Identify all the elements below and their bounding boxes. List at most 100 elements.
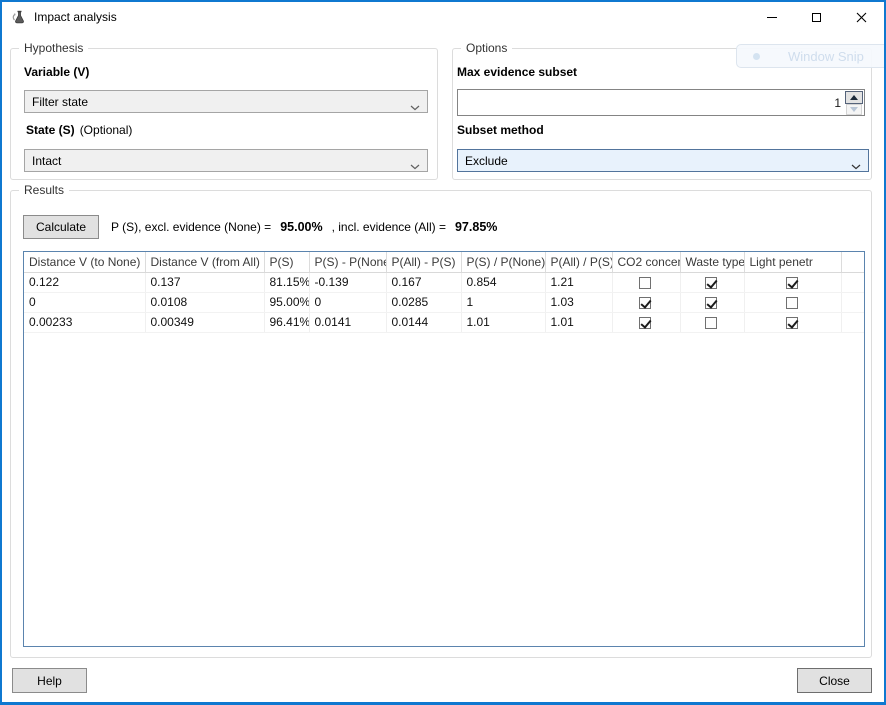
cell-p-s-over-p-none: 1 bbox=[461, 292, 545, 312]
checkbox-waste-type[interactable] bbox=[705, 297, 717, 309]
column-header-co2-concentration[interactable]: CO2 concent bbox=[612, 252, 680, 272]
close-icon bbox=[856, 12, 867, 23]
column-header-p-s-over-p-none[interactable]: P(S) / P(None) bbox=[461, 252, 545, 272]
table-header-row: Distance V (to None)Distance V (from All… bbox=[24, 252, 864, 272]
cell-light-penetration bbox=[744, 272, 841, 292]
column-header-distance-v-from-all[interactable]: Distance V (from All) bbox=[145, 252, 264, 272]
cell-distance-v-to-none: 0.00233 bbox=[24, 312, 145, 332]
cell-co2-concentration bbox=[612, 272, 680, 292]
column-header-light-penetration[interactable]: Light penetr bbox=[744, 252, 841, 272]
close-window-button[interactable] bbox=[839, 2, 884, 32]
column-header-waste-type[interactable]: Waste type bbox=[680, 252, 744, 272]
results-group: Results Calculate P (S), excl. evidence … bbox=[10, 190, 872, 658]
cell-distance-v-to-none: 0 bbox=[24, 292, 145, 312]
chevron-down-icon bbox=[851, 159, 861, 173]
cell-distance-v-from-all: 0.00349 bbox=[145, 312, 264, 332]
help-button[interactable]: Help bbox=[12, 668, 87, 693]
excl-evidence-value: 95.00% bbox=[280, 220, 322, 234]
cell-spacer bbox=[841, 312, 864, 332]
titlebar[interactable]: Impact analysis bbox=[2, 2, 884, 32]
spinner-up-button[interactable] bbox=[845, 91, 863, 104]
results-table: Distance V (to None)Distance V (from All… bbox=[24, 252, 865, 333]
close-button[interactable]: Close bbox=[797, 668, 872, 693]
checkbox-co2-concentration[interactable] bbox=[639, 317, 651, 329]
arrow-up-icon bbox=[850, 95, 858, 100]
spinner-down-button[interactable] bbox=[846, 104, 862, 115]
table-row[interactable]: 00.010895.00%00.028511.03 bbox=[24, 292, 864, 312]
variable-label: Variable (V) bbox=[24, 65, 89, 79]
column-header-spacer bbox=[841, 252, 864, 272]
maximize-button[interactable] bbox=[794, 2, 839, 32]
checkbox-light-penetration[interactable] bbox=[786, 277, 798, 289]
subset-method-select[interactable]: Exclude bbox=[457, 149, 869, 172]
cell-distance-v-to-none: 0.122 bbox=[24, 272, 145, 292]
cell-waste-type bbox=[680, 312, 744, 332]
maximize-icon bbox=[812, 13, 821, 22]
cell-light-penetration bbox=[744, 292, 841, 312]
column-header-p-s[interactable]: P(S) bbox=[264, 252, 309, 272]
chevron-down-icon bbox=[410, 159, 420, 173]
cell-p-all-minus-p-s: 0.0285 bbox=[386, 292, 461, 312]
column-header-p-all-minus-p-s[interactable]: P(All) - P(S) bbox=[386, 252, 461, 272]
checkbox-co2-concentration[interactable] bbox=[639, 277, 651, 289]
column-header-p-s-minus-p-none[interactable]: P(S) - P(None) bbox=[309, 252, 386, 272]
options-group-label: Options bbox=[461, 41, 512, 55]
chevron-down-icon bbox=[410, 100, 420, 114]
summary-prefix: P (S), excl. evidence (None) = bbox=[111, 220, 271, 234]
checkbox-waste-type[interactable] bbox=[705, 317, 717, 329]
cell-distance-v-from-all: 0.0108 bbox=[145, 292, 264, 312]
variable-select[interactable]: Filter state bbox=[24, 90, 428, 113]
cell-waste-type bbox=[680, 272, 744, 292]
cell-p-s-minus-p-none: 0.0141 bbox=[309, 312, 386, 332]
cell-p-s: 81.15% bbox=[264, 272, 309, 292]
hypothesis-group: Hypothesis Variable (V) Filter state Sta… bbox=[10, 48, 438, 180]
max-evidence-value: 1 bbox=[834, 96, 841, 110]
impact-analysis-window: Impact analysis Hypothesis Variable (V) … bbox=[0, 0, 886, 705]
results-summary: P (S), excl. evidence (None) = 95.00% , in… bbox=[111, 220, 506, 234]
cell-spacer bbox=[841, 272, 864, 292]
cell-p-all-minus-p-s: 0.167 bbox=[386, 272, 461, 292]
state-select[interactable]: Intact bbox=[24, 149, 428, 172]
cell-p-s: 95.00% bbox=[264, 292, 309, 312]
cell-p-all-over-p-s: 1.01 bbox=[545, 312, 612, 332]
incl-evidence-value: 97.85% bbox=[455, 220, 497, 234]
cell-p-all-over-p-s: 1.03 bbox=[545, 292, 612, 312]
cell-p-s: 96.41% bbox=[264, 312, 309, 332]
cell-p-all-over-p-s: 1.21 bbox=[545, 272, 612, 292]
max-evidence-input[interactable]: 1 bbox=[457, 89, 865, 116]
results-group-label: Results bbox=[19, 183, 69, 197]
cell-light-penetration bbox=[744, 312, 841, 332]
table-row[interactable]: 0.002330.0034996.41%0.01410.01441.011.01 bbox=[24, 312, 864, 332]
cell-co2-concentration bbox=[612, 292, 680, 312]
column-header-distance-v-to-none[interactable]: Distance V (to None) bbox=[24, 252, 145, 272]
spinner bbox=[845, 91, 863, 114]
minimize-icon bbox=[767, 17, 777, 18]
cell-spacer bbox=[841, 292, 864, 312]
column-header-p-all-over-p-s[interactable]: P(All) / P(S) bbox=[545, 252, 612, 272]
table-row[interactable]: 0.1220.13781.15%-0.1390.1670.8541.21 bbox=[24, 272, 864, 292]
subset-method-value: Exclude bbox=[465, 154, 508, 168]
cell-p-s-minus-p-none: -0.139 bbox=[309, 272, 386, 292]
hypothesis-group-label: Hypothesis bbox=[19, 41, 88, 55]
window-title: Impact analysis bbox=[34, 10, 117, 24]
results-table-container[interactable]: Distance V (to None)Distance V (from All… bbox=[23, 251, 865, 647]
cell-distance-v-from-all: 0.137 bbox=[145, 272, 264, 292]
window-snip-label: Window Snip bbox=[788, 49, 864, 64]
checkbox-waste-type[interactable] bbox=[705, 277, 717, 289]
cell-p-all-minus-p-s: 0.0144 bbox=[386, 312, 461, 332]
variable-select-value: Filter state bbox=[32, 95, 88, 109]
checkbox-light-penetration[interactable] bbox=[786, 297, 798, 309]
summary-middle: , incl. evidence (All) = bbox=[332, 220, 446, 234]
cell-waste-type bbox=[680, 292, 744, 312]
state-select-value: Intact bbox=[32, 154, 61, 168]
cell-p-s-minus-p-none: 0 bbox=[309, 292, 386, 312]
calculate-button[interactable]: Calculate bbox=[23, 215, 99, 239]
cell-co2-concentration bbox=[612, 312, 680, 332]
minimize-button[interactable] bbox=[749, 2, 794, 32]
max-evidence-label: Max evidence subset bbox=[457, 65, 577, 79]
state-label: State (S)(Optional) bbox=[26, 123, 132, 137]
window-snip-overlay[interactable]: Window Snip bbox=[736, 44, 886, 68]
checkbox-light-penetration[interactable] bbox=[786, 317, 798, 329]
checkbox-co2-concentration[interactable] bbox=[639, 297, 651, 309]
subset-method-label: Subset method bbox=[457, 123, 544, 137]
